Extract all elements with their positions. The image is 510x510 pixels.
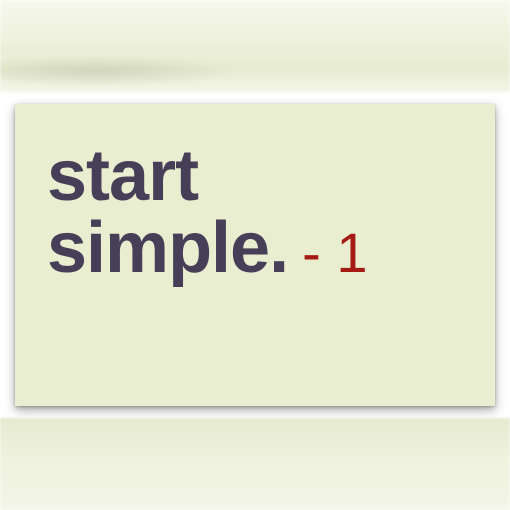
screen: start simple. - 1 bbox=[0, 0, 510, 510]
blurred-background-top bbox=[0, 0, 510, 92]
headline-line-2-text: simple. bbox=[47, 208, 289, 288]
headline: start simple. - 1 bbox=[47, 140, 367, 289]
headline-number: - 1 bbox=[302, 221, 368, 284]
blurred-background-bottom bbox=[0, 418, 510, 510]
headline-line-2: simple. - 1 bbox=[47, 212, 367, 289]
headline-line-1: start bbox=[47, 136, 199, 216]
